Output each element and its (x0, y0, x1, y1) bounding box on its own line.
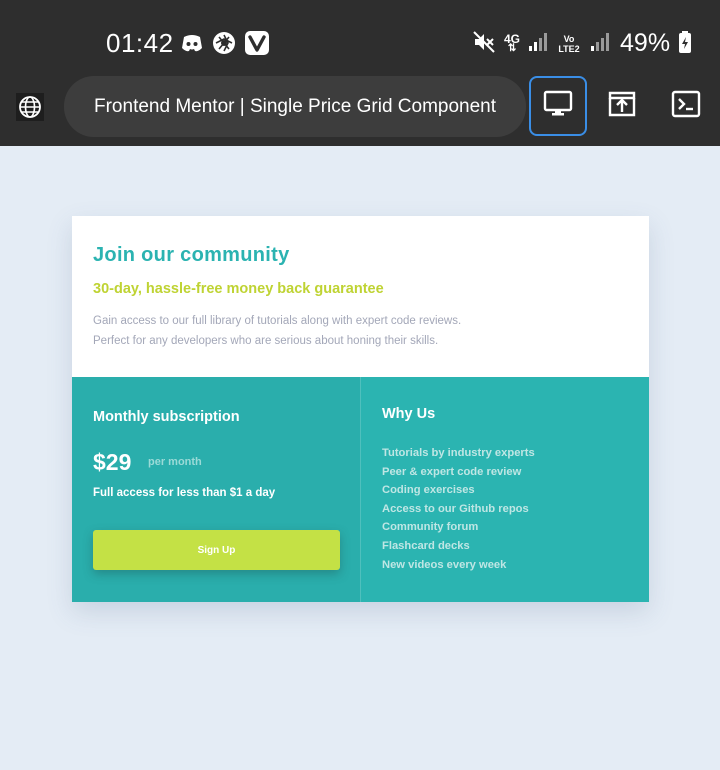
battery-percent: 49% (620, 29, 671, 57)
desktop-mode-button[interactable] (529, 76, 587, 136)
url-bar[interactable]: Frontend Mentor | Single Price Grid Comp… (64, 76, 526, 137)
list-item: Flashcard decks (382, 539, 470, 552)
subscription-section: Monthly subscription $29 per month Full … (72, 377, 360, 602)
community-description: Gain access to our full library of tutor… (93, 311, 633, 351)
list-item: Tutorials by industry experts (382, 447, 535, 459)
why-us-list: Tutorials by industry experts Peer & exp… (382, 444, 535, 574)
description-line-2: Perfect for any developers who are serio… (93, 335, 439, 347)
status-bar: 01:42 4G ⇅ Vo LTE2 49% (0, 0, 720, 76)
sign-up-button[interactable]: Sign Up (93, 530, 340, 570)
list-item: Peer & expert code review (382, 465, 522, 478)
why-us-title: Why Us (382, 406, 436, 422)
discord-icon (180, 33, 204, 57)
subscription-note: Full access for less than $1 a day (93, 487, 276, 499)
desktop-icon (543, 90, 573, 122)
community-heading: Join our community (93, 244, 290, 266)
terminal-icon (671, 90, 701, 122)
browser-toolbar: Frontend Mentor | Single Price Grid Comp… (0, 76, 720, 146)
volte-label: Vo LTE2 (558, 33, 580, 54)
battery-icon (678, 30, 692, 58)
open-external-button[interactable] (593, 76, 651, 136)
list-item: Coding exercises (382, 484, 475, 497)
price-grid-card: Join our community 30-day, hassle-free m… (72, 216, 649, 602)
list-item: New videos every week (382, 558, 507, 571)
why-us-section: Why Us Tutorials by industry experts Pee… (360, 377, 649, 602)
subscription-title: Monthly subscription (93, 409, 240, 425)
list-item: Access to our Github repos (382, 502, 529, 515)
aperture-icon (212, 31, 236, 59)
signal-icon-2 (590, 32, 610, 56)
community-section: Join our community 30-day, hassle-free m… (72, 216, 649, 377)
status-app-icons (180, 30, 270, 60)
mute-icon (472, 30, 496, 58)
status-system-icons: 4G ⇅ Vo LTE2 49% (472, 29, 692, 58)
network-4g-label: 4G ⇅ (504, 31, 521, 54)
list-item: Community forum (382, 521, 479, 534)
share-icon (607, 90, 637, 122)
status-time: 01:42 (106, 28, 174, 58)
description-line-1: Gain access to our full library of tutor… (93, 315, 462, 327)
globe-icon[interactable] (16, 93, 44, 121)
guarantee-subheading: 30-day, hassle-free money back guarantee (93, 281, 384, 297)
price-period: per month (148, 456, 202, 468)
console-button[interactable] (657, 76, 715, 136)
signal-icon (528, 32, 548, 56)
network-label-text: 4G (504, 31, 521, 46)
price-value: $29 (93, 449, 132, 475)
url-title: Frontend Mentor | Single Price Grid Comp… (94, 95, 497, 117)
vivaldi-icon (244, 30, 270, 60)
